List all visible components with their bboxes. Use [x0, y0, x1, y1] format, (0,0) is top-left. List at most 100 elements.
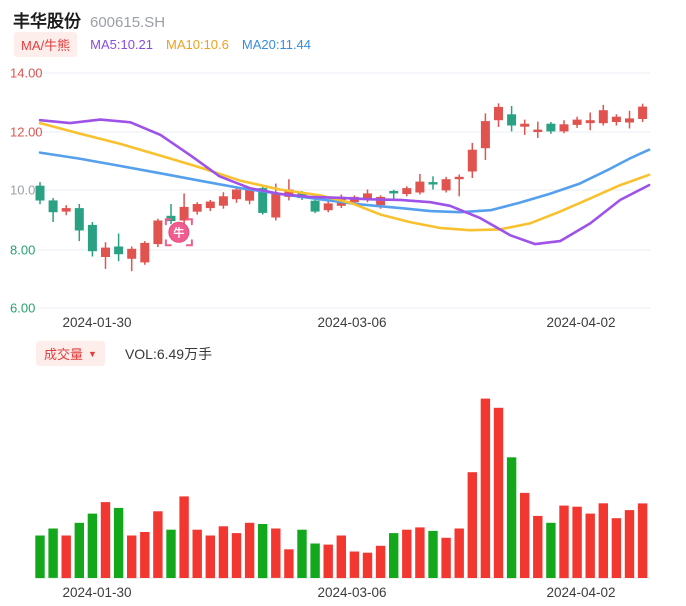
volume-bar: [375, 545, 386, 578]
candle-body: [572, 119, 582, 125]
y-tick-6: 6.00: [10, 301, 35, 316]
candle-body: [598, 110, 608, 124]
candle-body: [480, 121, 490, 149]
candle-body: [376, 196, 386, 206]
price-x-label-3: 2024-04-02: [546, 315, 615, 330]
candle-body: [271, 193, 281, 218]
volume-bar: [585, 513, 595, 578]
bull-marker-bracket: [164, 239, 172, 247]
volume-x-label-3: 2024-04-02: [546, 585, 615, 600]
volume-bar: [559, 505, 569, 579]
candle-body: [441, 179, 451, 191]
volume-bar: [428, 530, 438, 578]
volume-bar: [572, 506, 582, 578]
ma5-line: [38, 118, 651, 246]
volume-bar: [624, 510, 635, 578]
candle-body: [585, 120, 595, 124]
candle-body: [559, 124, 569, 132]
candle-body: [402, 188, 412, 194]
volume-bar: [153, 511, 163, 578]
volume-bar: [402, 529, 412, 578]
volume-bar: [192, 529, 202, 578]
y-tick-8: 8.00: [10, 243, 35, 258]
candle-body: [415, 181, 425, 193]
candle-body: [87, 224, 97, 252]
volume-bar: [310, 543, 320, 578]
volume-bar: [166, 529, 176, 578]
volume-bar: [637, 503, 648, 578]
price-x-label-1: 2024-01-30: [62, 315, 131, 330]
volume-bar: [520, 492, 530, 578]
volume-bar: [113, 507, 124, 578]
candle-body: [101, 247, 110, 257]
candle-body: [494, 106, 503, 121]
volume-bar: [389, 533, 399, 578]
volume-bar: [611, 518, 622, 578]
candle-body: [638, 106, 648, 119]
volume-bar: [546, 522, 556, 578]
candle-body: [310, 200, 320, 212]
volume-bar: [284, 549, 294, 579]
candle-body: [533, 129, 543, 132]
volume-bar: [127, 535, 137, 579]
bull-marker-bracket: [185, 239, 193, 247]
ma20-line: [38, 148, 651, 214]
volume-bar: [506, 457, 517, 579]
candle-body: [218, 196, 228, 206]
candle-body: [625, 118, 634, 123]
candle-body: [428, 182, 438, 185]
candle-body: [127, 248, 137, 259]
candle-body: [35, 185, 45, 201]
candle-body: [205, 201, 215, 209]
bull-marker-glyph: 牛: [173, 225, 184, 239]
volume-bar: [271, 528, 281, 578]
volume-x-label-1: 2024-01-30: [62, 585, 131, 600]
volume-bar: [61, 535, 71, 579]
candle-body: [389, 191, 399, 194]
volume-bar: [258, 524, 268, 579]
volume-bar: [140, 532, 150, 578]
candle-body: [467, 149, 477, 172]
volume-x-axis: 2024-01-30 2024-03-06 2024-04-02: [62, 585, 615, 600]
ma10-line: [38, 121, 651, 232]
candle-body: [520, 123, 530, 127]
volume-bar: [297, 529, 307, 578]
bull-marker-bracket: [164, 218, 172, 226]
candle-body: [232, 189, 241, 200]
price-x-label-2: 2024-03-06: [317, 315, 386, 330]
candle-body: [323, 203, 333, 211]
candle-body: [140, 242, 150, 263]
volume-bar: [467, 472, 477, 578]
volume-bar: [87, 513, 98, 578]
candle-body: [74, 208, 84, 231]
volume-bar: [441, 537, 451, 579]
candle-body: [546, 123, 556, 132]
candle-body: [454, 176, 464, 180]
candle-body: [61, 208, 71, 212]
volume-bar: [349, 551, 360, 578]
volume-bar: [323, 544, 333, 578]
volume-x-label-2: 2024-03-06: [317, 585, 386, 600]
stock-chart-page: 丰华股份 600615.SH MA/牛熊 MA5:10.21 MA10:10.6…: [0, 0, 686, 606]
volume-bar: [415, 527, 425, 578]
candle-body: [48, 200, 58, 213]
candle-body: [611, 116, 621, 122]
y-tick-14: 14.00: [10, 66, 43, 81]
volume-bar: [336, 535, 346, 579]
volume-bar: [533, 515, 543, 578]
volume-bar: [244, 522, 255, 578]
volume-bar: [362, 552, 373, 578]
candle-body: [153, 220, 163, 245]
series-layer: 牛: [35, 103, 651, 579]
candle-body: [114, 246, 124, 255]
volume-bar: [493, 407, 504, 578]
volume-bar: [179, 496, 189, 578]
volume-bar: [218, 526, 229, 579]
volume-bar: [454, 528, 464, 578]
volume-bar: [100, 502, 111, 578]
volume-bar: [74, 522, 84, 578]
volume-bar: [480, 398, 491, 578]
volume-bar: [35, 535, 45, 579]
bull-marker-badge[interactable]: 牛: [164, 218, 193, 247]
stock-chart-canvas[interactable]: 14.00 12.00 10.00 8.00 6.00 牛 2024-01-30…: [0, 0, 686, 606]
